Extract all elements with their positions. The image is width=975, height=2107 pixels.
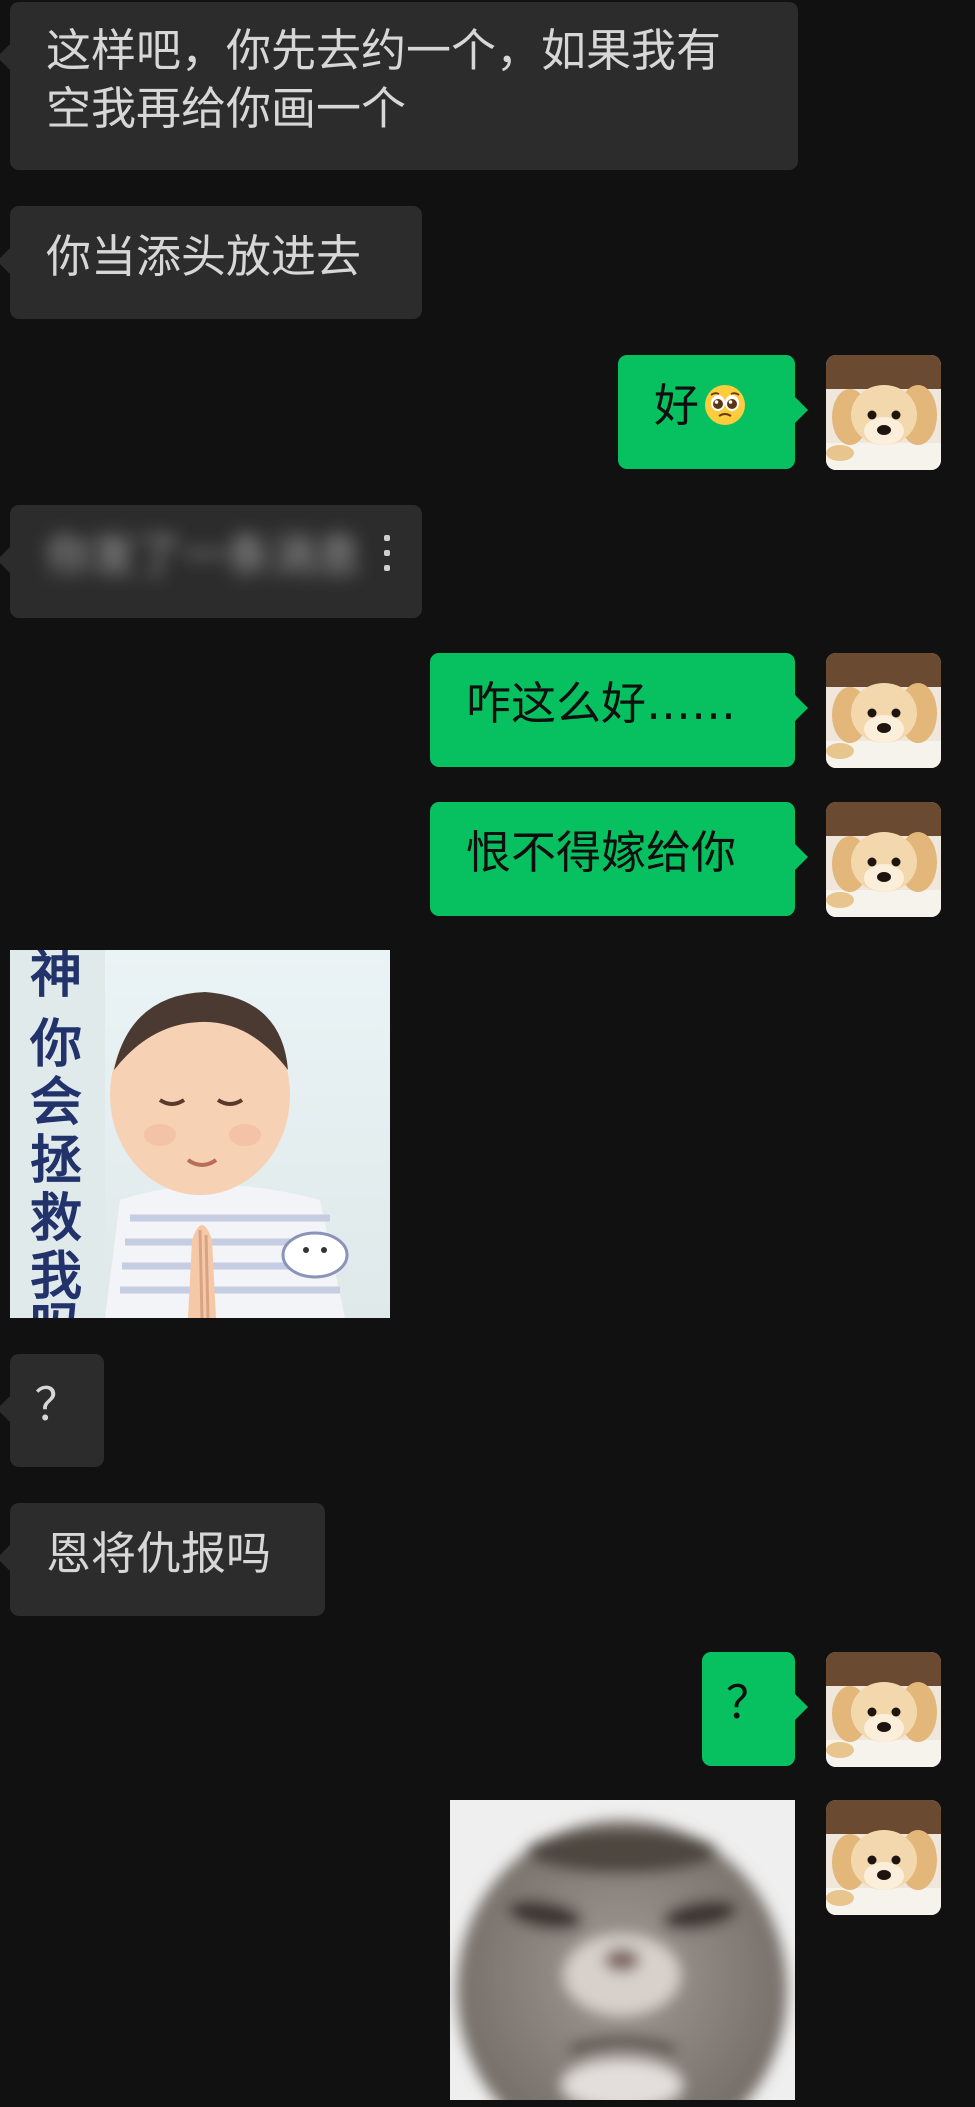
sticker-caption-char: 拯 <box>30 1130 82 1191</box>
incoming-message-bubble[interactable]: 你当添头放进去 <box>0 206 422 319</box>
golden-retriever-puppy-icon <box>826 653 941 768</box>
message-text: 这样吧，你先去约一个，如果我有空我再给你画一个 <box>46 24 722 135</box>
golden-retriever-puppy-icon <box>826 1652 941 1767</box>
golden-retriever-puppy-icon <box>826 1800 941 1915</box>
outgoing-message-bubble[interactable]: 恨不得嫁给你 <box>430 802 808 916</box>
message-text: 你当添头放进去 <box>46 230 362 283</box>
incoming-message-bubble[interactable]: 这样吧，你先去约一个，如果我有空我再给你画一个 <box>0 2 798 170</box>
chat-message-list: 这样吧，你先去约一个，如果我有空我再给你画一个 你当添头放进去 好 你发了一条消… <box>0 0 975 2107</box>
grumpy-cat-face-sticker[interactable] <box>450 1800 795 2100</box>
message-text: 你发了一条消息 <box>46 529 362 582</box>
praying-baby-sticker[interactable]: 神 你 会 拯 救 我 吗 <box>10 950 390 1318</box>
golden-retriever-avatar[interactable] <box>826 1800 941 1915</box>
sticker-caption-char: 你 <box>29 1014 82 1075</box>
outgoing-message-bubble[interactable]: ？ <box>702 1652 808 1766</box>
message-text: 恩将仇报吗 <box>46 1527 272 1580</box>
sticker-caption-char: 救 <box>30 1188 82 1249</box>
golden-retriever-avatar[interactable] <box>826 355 941 470</box>
message-text: ？ <box>725 1676 771 1729</box>
incoming-message-bubble[interactable]: ？ <box>0 1354 104 1467</box>
pleading-face-emoji-icon <box>705 385 746 425</box>
incoming-message-bubble[interactable]: 恩将仇报吗 <box>0 1503 325 1616</box>
golden-retriever-puppy-icon <box>826 802 941 917</box>
message-text: 好 <box>654 379 700 432</box>
sticker-caption-char: 会 <box>30 1072 82 1133</box>
more-icon <box>384 535 392 571</box>
message-text: 咋这么好…… <box>466 677 737 730</box>
praying-baby-sticker-image: 神 你 会 拯 救 我 吗 <box>10 950 390 1318</box>
sticker-caption-char: 神 <box>30 950 82 1005</box>
golden-retriever-puppy-icon <box>826 355 941 470</box>
grumpy-cat-face-sticker-image <box>450 1800 795 2100</box>
golden-retriever-avatar[interactable] <box>826 653 941 768</box>
golden-retriever-avatar[interactable] <box>826 802 941 917</box>
outgoing-message-bubble[interactable]: 好 <box>618 355 808 469</box>
golden-retriever-avatar[interactable] <box>826 1652 941 1767</box>
incoming-message-bubble[interactable]: 你发了一条消息 <box>0 505 422 618</box>
outgoing-message-bubble[interactable]: 咋这么好…… <box>430 653 808 767</box>
sticker-caption-char: 吗 <box>30 1297 82 1318</box>
message-text: 恨不得嫁给你 <box>466 826 737 879</box>
message-text: ？ <box>34 1378 80 1431</box>
